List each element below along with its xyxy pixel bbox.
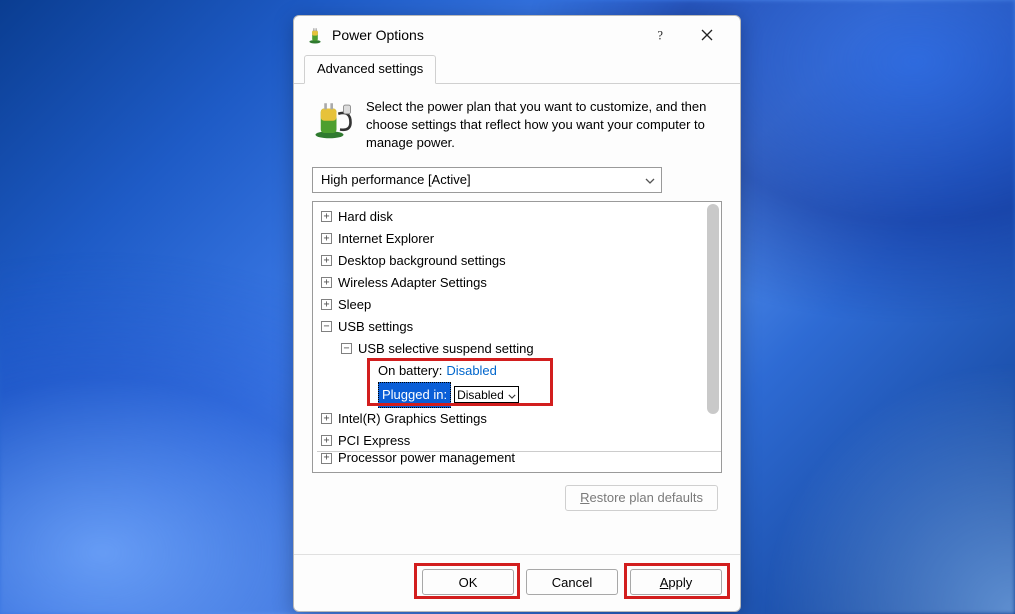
plugged-in-dropdown[interactable]: Disabled	[454, 386, 519, 403]
settings-tree: Hard disk Internet Explorer Desktop back…	[312, 201, 722, 473]
power-plan-selected: High performance [Active]	[321, 172, 471, 187]
expand-icon[interactable]	[321, 211, 332, 222]
intro-text: Select the power plan that you want to c…	[366, 98, 722, 153]
expand-icon[interactable]	[321, 255, 332, 266]
dialog-footer: OK Cancel Apply	[294, 554, 740, 611]
chevron-down-icon	[508, 384, 516, 406]
tree-node-on-battery[interactable]: On battery: Disabled	[317, 360, 721, 382]
tree-node-plugged-in[interactable]: Plugged in: Disabled	[317, 382, 721, 408]
tree-node-usb-settings[interactable]: USB settings	[317, 316, 721, 338]
chevron-down-icon	[645, 172, 655, 187]
tree-node-intel-graphics[interactable]: Intel(R) Graphics Settings	[317, 408, 721, 430]
tab-strip: Advanced settings	[294, 54, 740, 84]
tab-page: Select the power plan that you want to c…	[294, 84, 740, 554]
power-options-icon	[306, 26, 324, 44]
tree-node-sleep[interactable]: Sleep	[317, 294, 721, 316]
collapse-icon[interactable]	[321, 321, 332, 332]
scrollbar-thumb[interactable]	[707, 204, 719, 414]
collapse-icon[interactable]	[341, 343, 352, 354]
expand-icon[interactable]	[321, 413, 332, 424]
plugged-in-label: Plugged in:	[378, 382, 451, 408]
svg-text:?: ?	[658, 28, 663, 42]
ok-button[interactable]: OK	[422, 569, 514, 595]
close-button[interactable]	[684, 20, 730, 50]
expand-icon[interactable]	[321, 435, 332, 446]
titlebar: Power Options ?	[294, 16, 740, 54]
power-plan-dropdown[interactable]: High performance [Active]	[312, 167, 662, 193]
tree-node-processor-power[interactable]: Processor power management	[317, 451, 721, 465]
battery-plug-icon	[312, 98, 354, 140]
tree-node-hard-disk[interactable]: Hard disk	[317, 206, 721, 228]
expand-icon[interactable]	[321, 233, 332, 244]
tree-node-desktop-background[interactable]: Desktop background settings	[317, 250, 721, 272]
cancel-button[interactable]: Cancel	[526, 569, 618, 595]
tab-advanced-settings[interactable]: Advanced settings	[304, 55, 436, 84]
power-options-dialog: Power Options ? Advanced settings	[293, 15, 741, 612]
tree-node-internet-explorer[interactable]: Internet Explorer	[317, 228, 721, 250]
help-button[interactable]: ?	[638, 20, 684, 50]
expand-icon[interactable]	[321, 453, 332, 464]
intro-row: Select the power plan that you want to c…	[312, 98, 722, 153]
tree-node-wireless-adapter[interactable]: Wireless Adapter Settings	[317, 272, 721, 294]
restore-plan-defaults-button: Restore plan defaults	[565, 485, 718, 511]
expand-icon[interactable]	[321, 277, 332, 288]
on-battery-value[interactable]: Disabled	[446, 360, 497, 382]
window-title: Power Options	[332, 27, 424, 43]
apply-button[interactable]: Apply	[630, 569, 722, 595]
tree-node-usb-selective-suspend[interactable]: USB selective suspend setting	[317, 338, 721, 360]
tree-node-pci-express[interactable]: PCI Express	[317, 430, 721, 452]
expand-icon[interactable]	[321, 299, 332, 310]
